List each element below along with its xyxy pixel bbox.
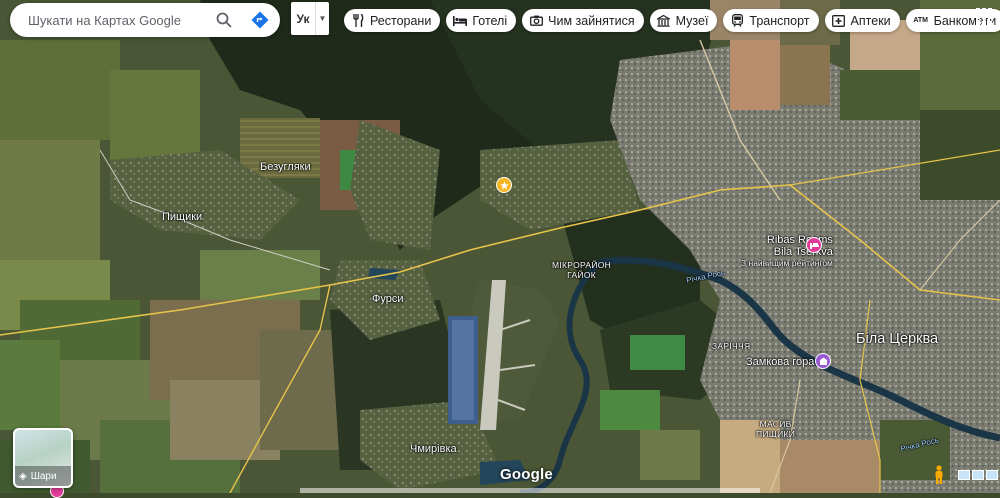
google-logo: Google (500, 466, 553, 483)
map-scale-controls[interactable] (958, 470, 998, 480)
search-input[interactable] (26, 11, 210, 29)
district-label-masyv-pyshchyky[interactable]: МАСИВ ПИЩИКИ (756, 419, 795, 439)
place-label-bila-tserkva[interactable]: Біла Церква (856, 331, 938, 347)
scale-segment (972, 470, 984, 480)
poi-ribas-sub: З найвищим рейтингом (741, 258, 833, 268)
pegman-icon[interactable] (933, 465, 945, 485)
camera-icon (529, 14, 543, 28)
category-chips: Ресторани Готелі Чим зайнятися Музеї Тра… (344, 9, 1000, 32)
district-label-zarichchia[interactable]: ЗАРІЧЧЯ (712, 341, 750, 351)
language-layer-selector[interactable]: Ук ▼ (291, 2, 329, 35)
poi-label-zamkova-hora[interactable]: Замкова гора (746, 356, 814, 368)
directions-icon[interactable] (249, 9, 271, 31)
chip-hotels-label: Готелі (472, 13, 508, 28)
district-label-masyv-text: МАСИВ ПИЩИКИ (756, 419, 796, 439)
chip-restaurants[interactable]: Ресторани (344, 9, 441, 32)
place-label-pyshchyky[interactable]: Пищики (162, 211, 202, 223)
chip-things-to-do[interactable]: Чим зайнятися (522, 9, 644, 32)
atm-icon: ATM (913, 17, 928, 24)
chip-restaurants-label: Ресторани (370, 13, 432, 28)
layers-label: Шари (30, 470, 57, 482)
language-code: Ук (296, 11, 310, 26)
starred-place-pin-icon[interactable] (496, 177, 512, 193)
chip-museums[interactable]: Музеї (649, 9, 718, 32)
search-icon[interactable] (213, 9, 235, 31)
chip-museums-label: Музеї (675, 13, 709, 28)
scale-segment (958, 470, 970, 480)
search-box[interactable] (10, 3, 280, 37)
chip-transit-label: Транспорт (749, 13, 810, 28)
hotel-icon (453, 14, 468, 28)
place-label-fursy[interactable]: Фурси (372, 293, 404, 305)
layers-button[interactable]: ◈ Шари (13, 428, 73, 488)
chip-hotels[interactable]: Готелі (446, 9, 517, 32)
district-label-hayok-text: МІКРОРАЙОН ГАЙОК (552, 260, 612, 280)
place-label-chmyrivka[interactable]: Чмирівка (410, 443, 457, 455)
chip-pharmacies[interactable]: Аптеки (824, 9, 900, 32)
museum-icon (657, 14, 671, 28)
transit-icon (730, 14, 744, 28)
chip-transit[interactable]: Транспорт (723, 9, 819, 32)
chip-things-to-do-label: Чим зайнятися (548, 13, 635, 28)
scale-segment (986, 470, 998, 480)
chevron-down-icon[interactable]: ▼ (315, 2, 329, 35)
pharmacy-icon (832, 14, 846, 28)
chip-pharmacies-label: Аптеки (850, 13, 891, 28)
layers-icon: ◈ (19, 470, 27, 482)
place-label-bezuhliaky[interactable]: Безугляки (260, 161, 311, 173)
attribution-bar[interactable] (300, 488, 760, 493)
satellite-map[interactable] (0, 0, 1000, 493)
apps-grid-icon[interactable] (976, 8, 994, 26)
hotel-pin-icon[interactable] (806, 237, 822, 253)
layers-button-label-bar: ◈ Шари (15, 466, 71, 486)
district-label-hayok[interactable]: МІКРОРАЙОН ГАЙОК (552, 260, 611, 280)
restaurant-icon (351, 14, 365, 28)
landmark-pin-icon[interactable] (815, 353, 831, 369)
